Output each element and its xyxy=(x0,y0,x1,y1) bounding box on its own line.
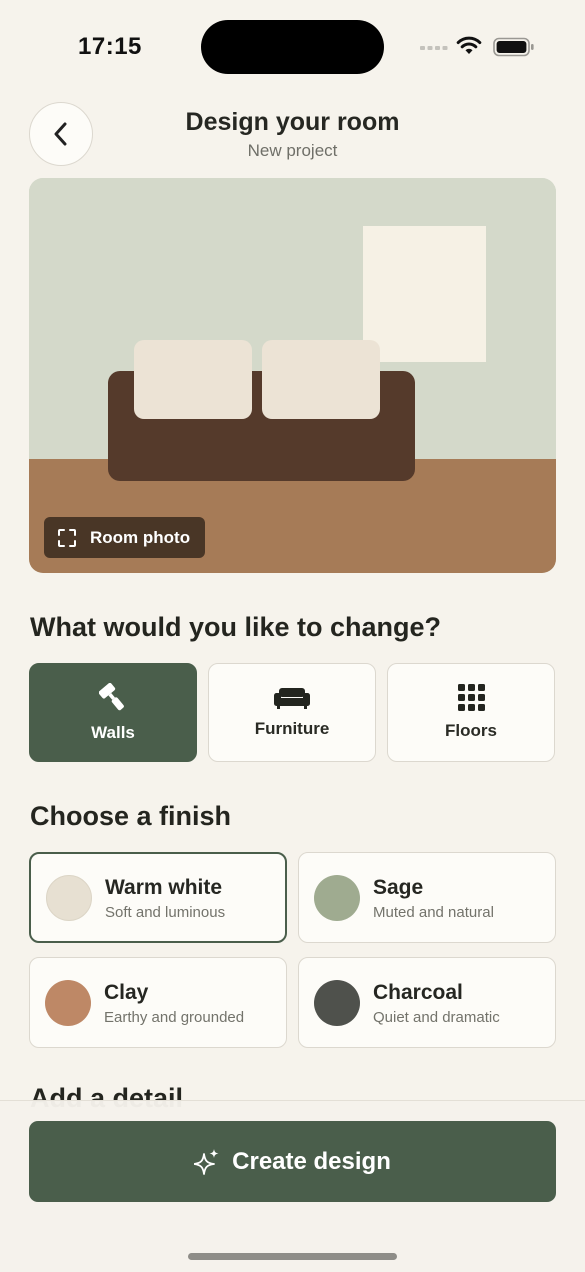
swatch-charcoal xyxy=(314,979,360,1026)
finish-desc: Muted and natural xyxy=(373,903,494,921)
option-floors-label: Floors xyxy=(445,721,497,740)
status-time: 17:15 xyxy=(78,33,142,60)
home-indicator[interactable] xyxy=(188,1253,397,1260)
finish-name: Clay xyxy=(104,980,149,1004)
swatch-warm-white xyxy=(46,874,92,921)
create-design-button[interactable]: Create design xyxy=(29,1121,556,1202)
finish-charcoal[interactable]: Charcoal Quiet and dramatic xyxy=(298,957,556,1048)
option-walls[interactable]: Walls xyxy=(29,663,197,762)
paint-roller-icon xyxy=(99,682,124,710)
change-section-title: What would you like to change? xyxy=(30,612,442,642)
option-furniture[interactable]: Furniture xyxy=(208,663,376,762)
sparkle-icon xyxy=(194,1148,219,1175)
finish-text: Clay Earthy and grounded xyxy=(104,980,244,1026)
page-subtitle: New project xyxy=(247,141,338,160)
finish-name: Sage xyxy=(373,875,424,899)
battery-icon xyxy=(493,37,534,57)
finish-desc: Quiet and dramatic xyxy=(373,1008,500,1026)
cellular-signal-icon xyxy=(420,46,448,50)
grid-icon xyxy=(457,684,485,711)
swatch-clay xyxy=(45,979,91,1026)
viewfinder-icon xyxy=(58,528,76,547)
finish-section-title: Choose a finish xyxy=(30,801,232,831)
finish-warm-white[interactable]: Warm white Soft and luminous xyxy=(29,852,287,943)
create-design-label: Create design xyxy=(232,1147,391,1175)
screen: 17:15 Design your room New project Room … xyxy=(0,0,585,1272)
finish-clay[interactable]: Clay Earthy and grounded xyxy=(29,957,287,1048)
finish-sage[interactable]: Sage Muted and natural xyxy=(298,852,556,943)
swatch-sage xyxy=(314,874,360,921)
sofa-icon xyxy=(274,687,310,709)
finish-name: Charcoal xyxy=(373,980,463,1004)
option-furniture-label: Furniture xyxy=(254,718,330,738)
finish-text: Sage Muted and natural xyxy=(373,875,494,921)
page-title: Design your room xyxy=(185,108,400,136)
option-floors[interactable]: Floors xyxy=(387,663,555,762)
sofa-cushion-left xyxy=(134,340,252,419)
sofa-cushion-right xyxy=(262,340,380,419)
finish-text: Warm white Soft and luminous xyxy=(105,875,225,921)
room-photo-label: Room photo xyxy=(90,527,191,547)
finish-text: Charcoal Quiet and dramatic xyxy=(373,980,500,1026)
wifi-icon xyxy=(456,36,482,54)
dynamic-island xyxy=(201,20,384,74)
finish-desc: Soft and luminous xyxy=(105,903,226,921)
room-photo-badge[interactable]: Room photo xyxy=(44,517,206,558)
finish-name: Warm white xyxy=(105,875,223,899)
wall-art xyxy=(363,226,486,362)
option-walls-label: Walls xyxy=(91,722,135,742)
finish-desc: Earthy and grounded xyxy=(104,1008,245,1026)
room-preview[interactable]: Room photo xyxy=(29,178,556,573)
